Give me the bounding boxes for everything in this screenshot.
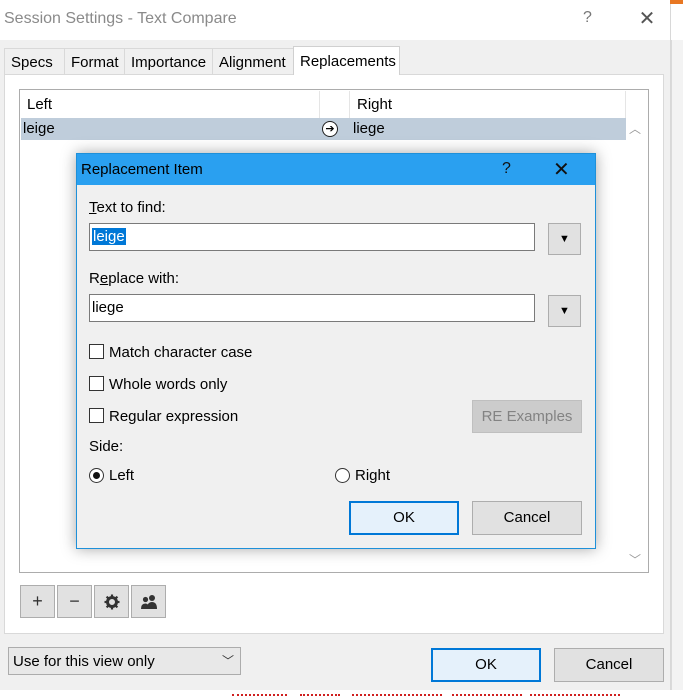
tab-importance[interactable]: Importance	[124, 48, 213, 74]
chevron-down-icon: ﹀	[222, 654, 235, 668]
ok-button[interactable]: OK	[431, 648, 541, 682]
gear-icon	[104, 594, 119, 610]
dialog-cancel-button[interactable]: Cancel	[472, 501, 582, 535]
settings-button[interactable]	[94, 585, 129, 618]
tab-format[interactable]: Format	[64, 48, 125, 74]
row-left-value: leige	[23, 120, 55, 137]
spellcheck-mark	[530, 693, 620, 696]
arrow-right-icon: ➔	[322, 121, 338, 137]
background-app-accent	[670, 0, 683, 4]
match-case-label: Match character case	[109, 344, 253, 361]
whole-words-label: Whole words only	[109, 376, 228, 393]
spellcheck-mark	[300, 693, 340, 696]
scroll-down-icon[interactable]: ﹀	[629, 551, 641, 568]
dialog-help-button[interactable]: ?	[502, 160, 511, 178]
find-history-dropdown[interactable]: ▼	[548, 223, 581, 255]
side-label: Side:	[89, 438, 124, 455]
replace-history-dropdown[interactable]: ▼	[548, 295, 581, 327]
spellcheck-mark	[452, 693, 522, 696]
scroll-up-icon[interactable]: ︿	[629, 120, 641, 137]
side-left-radio[interactable]	[89, 468, 104, 483]
side-right-radio[interactable]	[335, 468, 350, 483]
window-close-button[interactable]: ✕	[633, 6, 661, 32]
tab-replacements[interactable]: Replacements	[293, 46, 400, 75]
spellcheck-mark	[232, 693, 287, 696]
find-input[interactable]: leige	[89, 223, 535, 251]
window-title: Session Settings - Text Compare	[4, 10, 237, 27]
regex-checkbox[interactable]	[89, 408, 104, 423]
tab-alignment[interactable]: Alignment	[212, 48, 294, 74]
replace-input[interactable]: liege	[89, 294, 535, 322]
find-input-value: leige	[92, 228, 126, 245]
match-case-checkbox[interactable]	[89, 344, 104, 359]
scope-select[interactable]: Use for this view only	[8, 647, 241, 675]
add-item-button[interactable]: +	[20, 585, 55, 618]
users-icon	[140, 595, 157, 609]
cancel-button[interactable]: Cancel	[554, 648, 664, 682]
column-header-left[interactable]: Left	[21, 91, 320, 118]
replace-label: Replace with:	[89, 270, 180, 287]
users-button[interactable]	[131, 585, 166, 618]
column-header-arrow[interactable]	[320, 91, 350, 118]
dialog-ok-button[interactable]: OK	[349, 501, 459, 535]
tab-specs[interactable]: Specs	[4, 48, 66, 74]
replace-input-value: liege	[92, 299, 124, 316]
row-right-value: liege	[353, 120, 385, 137]
side-left-label: Left	[109, 467, 135, 484]
spellcheck-mark	[352, 693, 442, 696]
remove-item-button[interactable]: −	[57, 585, 92, 618]
re-examples-button[interactable]: RE Examples	[472, 400, 582, 433]
find-label: Text to find:	[89, 199, 166, 216]
column-header-right[interactable]: Right	[350, 91, 626, 118]
background-app-scrollbar	[671, 40, 683, 690]
dialog-title: Replacement Item	[81, 161, 203, 178]
dialog-close-button[interactable]: ✕	[553, 157, 570, 182]
side-right-label: Right	[355, 467, 391, 484]
regex-label: Regular expression	[109, 408, 239, 425]
window-help-button[interactable]: ?	[583, 9, 592, 27]
whole-words-checkbox[interactable]	[89, 376, 104, 391]
